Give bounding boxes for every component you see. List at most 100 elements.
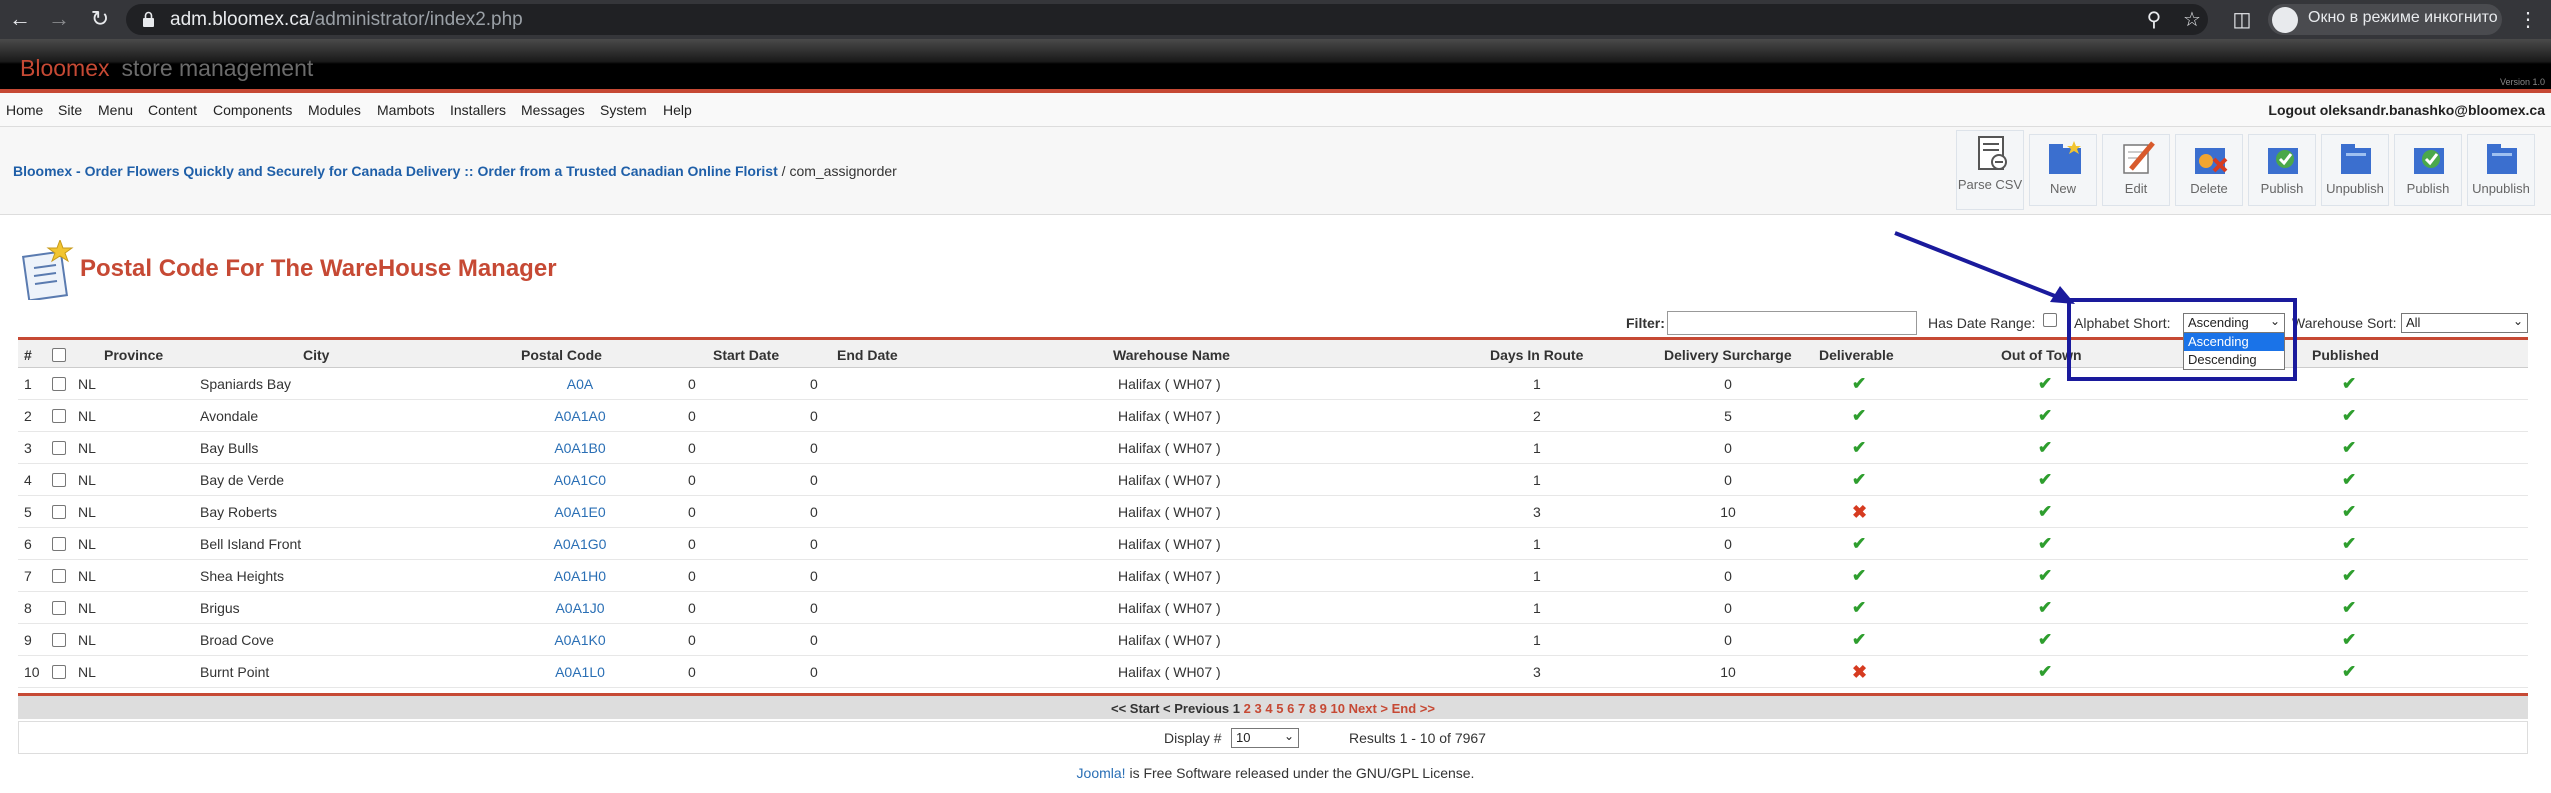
- publish-button-2[interactable]: Publish: [2394, 134, 2462, 206]
- col-deliverable[interactable]: Deliverable: [1819, 347, 1894, 363]
- postal-code-cell[interactable]: A0A1J0: [500, 600, 660, 616]
- page-link[interactable]: 7: [1298, 701, 1305, 716]
- page-previous-link[interactable]: < Previous: [1163, 701, 1229, 716]
- page-link[interactable]: 5: [1276, 701, 1283, 716]
- postal-code-cell[interactable]: A0A1K0: [500, 632, 660, 648]
- date-range-checkbox[interactable]: [2043, 313, 2057, 327]
- end-date-cell: 0: [810, 632, 818, 648]
- page-link[interactable]: 9: [1320, 701, 1327, 716]
- side-panel-icon[interactable]: ◫: [2229, 7, 2255, 33]
- col-province[interactable]: Province: [104, 347, 163, 363]
- unpublish-button[interactable]: Unpublish: [2321, 134, 2389, 206]
- joomla-link[interactable]: Joomla!: [1077, 765, 1126, 781]
- unpublish-button-2[interactable]: Unpublish: [2467, 134, 2535, 206]
- back-arrow-icon[interactable]: ←: [6, 5, 34, 33]
- bookmark-star-icon[interactable]: ☆: [2179, 7, 2205, 33]
- city-cell: Brigus: [200, 600, 240, 616]
- menu-components[interactable]: Components: [213, 102, 292, 118]
- zoom-icon[interactable]: ⚲: [2141, 7, 2167, 33]
- col-days-in-route[interactable]: Days In Route: [1490, 347, 1583, 363]
- warehouse-sort-select[interactable]: All ⌄: [2401, 313, 2528, 333]
- row-checkbox[interactable]: [52, 505, 66, 519]
- page-link[interactable]: 6: [1287, 701, 1294, 716]
- forward-arrow-icon[interactable]: →: [45, 5, 73, 33]
- menu-site[interactable]: Site: [58, 102, 82, 118]
- col-published[interactable]: Published: [2312, 347, 2379, 363]
- menu-content[interactable]: Content: [148, 102, 197, 118]
- page-link[interactable]: 2: [1244, 701, 1251, 716]
- published-cell-check-icon[interactable]: ✔: [2342, 438, 2356, 458]
- page-link[interactable]: 10: [1331, 701, 1345, 716]
- postal-code-cell[interactable]: A0A1B0: [500, 440, 660, 456]
- page-link[interactable]: 3: [1255, 701, 1262, 716]
- postal-code-cell[interactable]: A0A1L0: [500, 664, 660, 680]
- display-count-select[interactable]: 10 ⌄: [1231, 728, 1299, 748]
- page-next-link[interactable]: Next >: [1349, 701, 1388, 716]
- published-cell-check-icon[interactable]: ✔: [2342, 406, 2356, 426]
- col-postal-code[interactable]: Postal Code: [521, 347, 602, 363]
- unpublish-label: Unpublish: [2472, 181, 2530, 196]
- published-cell-check-icon[interactable]: ✔: [2342, 662, 2356, 682]
- col-end-date[interactable]: End Date: [837, 347, 898, 363]
- publish-label: Publish: [2406, 181, 2450, 196]
- menu-installers[interactable]: Installers: [450, 102, 506, 118]
- menu-menu[interactable]: Menu: [98, 102, 133, 118]
- logout-link[interactable]: Logout oleksandr.banashko@bloomex.ca: [2268, 102, 2545, 118]
- col-warehouse-name[interactable]: Warehouse Name: [1113, 347, 1230, 363]
- incognito-indicator[interactable]: Окно в режиме инкогнито: [2268, 4, 2502, 35]
- parse-csv-button[interactable]: Parse CSV: [1956, 130, 2024, 210]
- postal-code-cell[interactable]: A0A1G0: [500, 536, 660, 552]
- row-checkbox[interactable]: [52, 665, 66, 679]
- publish-button[interactable]: Publish: [2248, 134, 2316, 206]
- published-cell-check-icon[interactable]: ✔: [2342, 502, 2356, 522]
- postal-code-cell[interactable]: A0A1C0: [500, 472, 660, 488]
- published-cell-check-icon[interactable]: ✔: [2342, 374, 2356, 394]
- unpublish-icon: [2341, 144, 2371, 174]
- published-cell-check-icon[interactable]: ✔: [2342, 630, 2356, 650]
- row-checkbox[interactable]: [52, 537, 66, 551]
- page-link[interactable]: 8: [1309, 701, 1316, 716]
- col-start-date[interactable]: Start Date: [713, 347, 779, 363]
- page-start-link[interactable]: << Start: [1111, 701, 1159, 716]
- col-delivery-surcharge[interactable]: Delivery Surcharge: [1664, 347, 1792, 363]
- menu-messages[interactable]: Messages: [521, 102, 585, 118]
- postal-code-cell[interactable]: A0A1A0: [500, 408, 660, 424]
- row-checkbox[interactable]: [52, 409, 66, 423]
- postal-code-cell[interactable]: A0A1E0: [500, 504, 660, 520]
- city-cell: Burnt Point: [200, 664, 270, 680]
- postal-code-cell[interactable]: A0A: [500, 376, 660, 392]
- table-row: 5 NL Bay Roberts A0A1E0 0 0 Halifax ( WH07 ) 3 1…: [18, 496, 2528, 528]
- select-all-checkbox[interactable]: [52, 348, 66, 362]
- edit-button[interactable]: Edit: [2102, 134, 2170, 206]
- menu-system[interactable]: System: [600, 102, 647, 118]
- menu-dots-icon[interactable]: ⋮: [2515, 7, 2541, 33]
- page-link[interactable]: 4: [1265, 701, 1272, 716]
- reload-icon[interactable]: ↻: [86, 5, 114, 33]
- row-checkbox[interactable]: [52, 377, 66, 391]
- address-bar[interactable]: adm.bloomex.ca/administrator/index2.php: [126, 4, 2208, 35]
- published-cell-check-icon[interactable]: ✔: [2342, 470, 2356, 490]
- breadcrumb-site-link[interactable]: Bloomex - Order Flowers Quickly and Secu…: [13, 163, 778, 179]
- new-button[interactable]: New: [2029, 134, 2097, 206]
- row-checkbox[interactable]: [52, 569, 66, 583]
- days-cell: 1: [1533, 472, 1541, 488]
- delete-button[interactable]: Delete: [2175, 134, 2243, 206]
- page-end-link[interactable]: End >>: [1392, 701, 1435, 716]
- filter-input[interactable]: [1667, 311, 1917, 335]
- published-cell-check-icon[interactable]: ✔: [2342, 566, 2356, 586]
- surcharge-cell: 0: [1724, 632, 1732, 648]
- table-row: 2 NL Avondale A0A1A0 0 0 Halifax ( WH07 ) 2 5 ✔ ✔ ✔: [18, 400, 2528, 432]
- menu-mambots[interactable]: Mambots: [377, 102, 435, 118]
- row-checkbox[interactable]: [52, 441, 66, 455]
- menu-help[interactable]: Help: [663, 102, 692, 118]
- published-cell-check-icon[interactable]: ✔: [2342, 534, 2356, 554]
- menu-modules[interactable]: Modules: [308, 102, 361, 118]
- row-checkbox[interactable]: [52, 633, 66, 647]
- row-checkbox[interactable]: [52, 473, 66, 487]
- published-cell-check-icon[interactable]: ✔: [2342, 598, 2356, 618]
- path-toolbar-bar: Bloomex - Order Flowers Quickly and Secu…: [0, 127, 2551, 215]
- row-checkbox[interactable]: [52, 601, 66, 615]
- menu-home[interactable]: Home: [6, 102, 43, 118]
- col-city[interactable]: City: [303, 347, 329, 363]
- postal-code-cell[interactable]: A0A1H0: [500, 568, 660, 584]
